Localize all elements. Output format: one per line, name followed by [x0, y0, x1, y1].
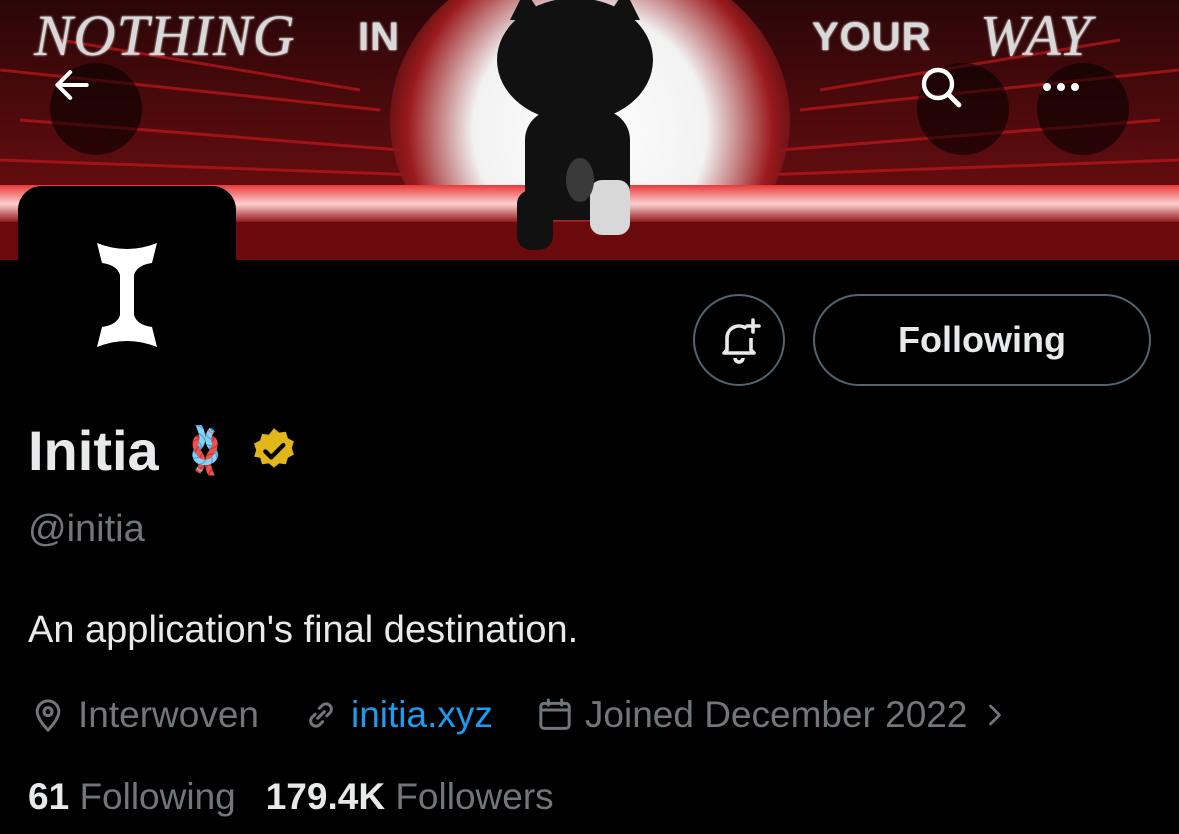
banner-text-in: IN: [358, 15, 400, 59]
more-button[interactable]: [1037, 63, 1129, 155]
following-count: 61: [28, 776, 70, 817]
bell-plus-icon: [722, 318, 761, 364]
banner-text-nothing: NOTHING: [34, 3, 296, 68]
followers-stat[interactable]: 179.4K Followers: [266, 776, 554, 818]
website-link[interactable]: initia.xyz: [351, 694, 493, 736]
website[interactable]: initia.xyz: [301, 694, 493, 736]
following-button[interactable]: Following: [813, 294, 1151, 386]
follow-stats: 61 Following 179.4K Followers: [28, 776, 554, 818]
calendar-icon: [539, 698, 571, 730]
banner-text-your: YOUR: [812, 15, 932, 59]
location-pin-icon: [35, 699, 61, 733]
join-date[interactable]: Joined December 2022: [535, 694, 1020, 736]
profile-avatar[interactable]: [18, 186, 236, 404]
location: Interwoven: [28, 694, 259, 736]
location-text: Interwoven: [78, 694, 259, 735]
banner-text-way: WAY: [980, 3, 1092, 68]
profile-meta: Interwoven initia.xyz Joined December 20…: [28, 690, 1019, 740]
more-horizontal-icon: [1043, 83, 1079, 91]
search-button[interactable]: [917, 63, 1009, 155]
knot-emoji: 🪢: [176, 424, 234, 476]
search-icon: [921, 67, 962, 108]
back-button[interactable]: [50, 63, 142, 155]
profile-bio: An application's final destination.: [28, 609, 579, 651]
initia-logo: [97, 243, 157, 347]
notifications-button[interactable]: [693, 294, 785, 386]
join-date-text: Joined December 2022: [584, 694, 968, 735]
display-name: Initia: [28, 419, 159, 482]
following-stat[interactable]: 61 Following: [28, 776, 236, 818]
arrow-left-icon: [55, 70, 89, 100]
profile-handle: @initia: [28, 508, 145, 550]
followers-count: 179.4K: [265, 776, 386, 817]
verified-badge-icon[interactable]: [248, 425, 300, 477]
chevron-right-icon: [989, 704, 1002, 726]
following-label: Following: [79, 776, 236, 817]
link-icon: [309, 702, 333, 728]
name-row: Initia 🪢: [28, 418, 300, 483]
followers-label: Followers: [395, 776, 554, 817]
